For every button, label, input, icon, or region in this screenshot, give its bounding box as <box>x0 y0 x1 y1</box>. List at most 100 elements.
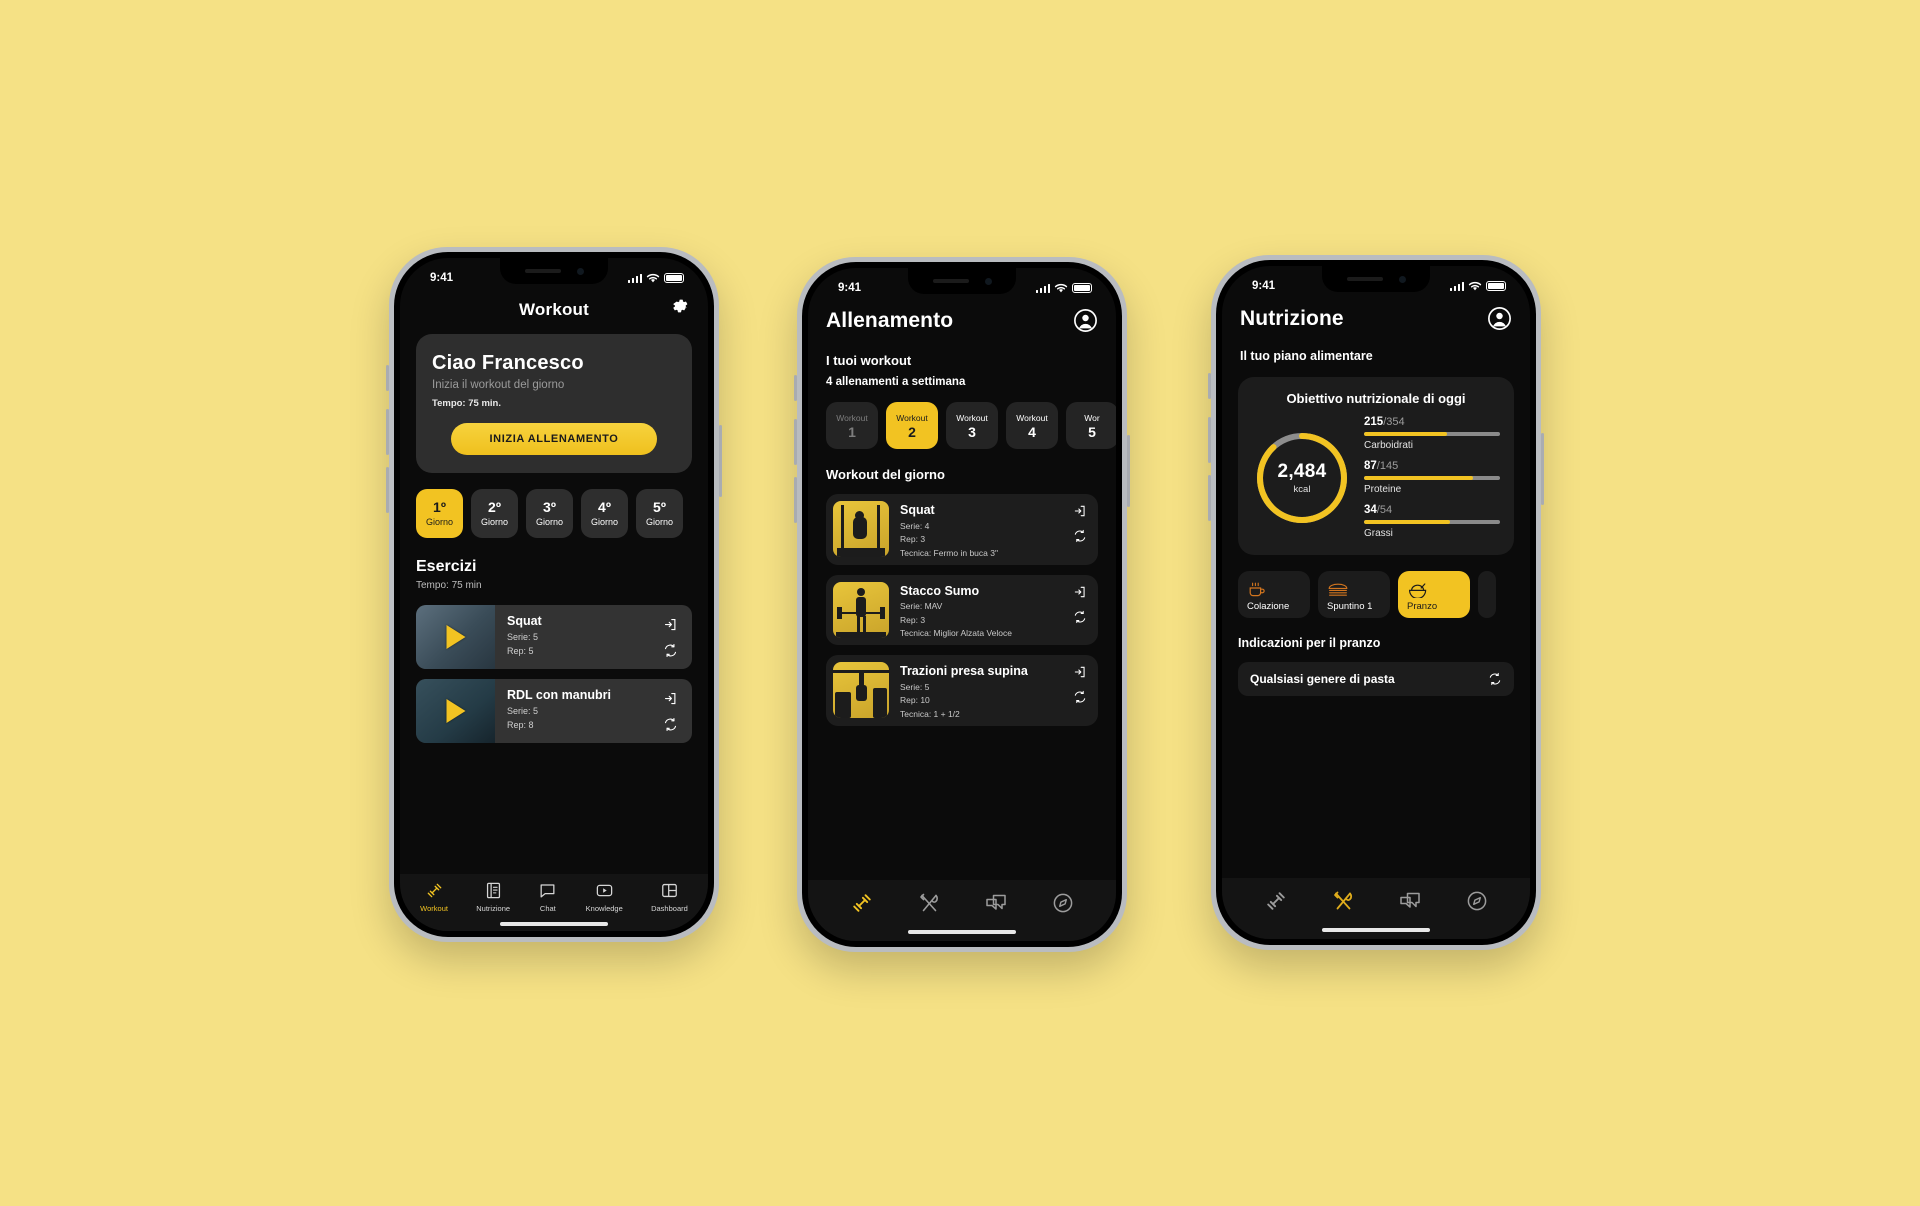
phone-volume-up-button[interactable] <box>386 409 389 455</box>
exercise-thumbnail[interactable] <box>833 501 889 557</box>
exercise-card[interactable]: Squat Serie: 5 Rep: 5 <box>416 605 692 669</box>
refresh-icon[interactable] <box>1073 610 1087 624</box>
bottom-navigation[interactable]: Workout Nutrizione Chat Knowledge Dashbo… <box>400 874 708 917</box>
tab-knowledge[interactable]: Knowledge <box>586 881 623 913</box>
phone-power-button[interactable] <box>1127 435 1130 507</box>
tab-explore[interactable] <box>1465 889 1489 913</box>
workout-chip-2[interactable]: Workout 2 <box>886 402 938 449</box>
start-workout-button[interactable]: INIZIA ALLENAMENTO <box>451 423 657 455</box>
workout-exercise-card[interactable]: Trazioni presa supina Serie: 5 Rep: 10 T… <box>826 655 1098 726</box>
tab-workout[interactable]: Workout <box>420 881 448 913</box>
tab-dashboard[interactable]: Dashboard <box>651 881 688 913</box>
gear-icon[interactable] <box>670 296 690 316</box>
calorie-ring-chart: 2,484 kcal <box>1252 428 1352 528</box>
tab-chat[interactable] <box>1398 889 1422 913</box>
workout-chip-5[interactable]: Wor 5 <box>1066 402 1116 449</box>
fork-knife-icon <box>919 893 938 912</box>
phone-volume-up-button[interactable] <box>1208 417 1211 463</box>
exercise-card[interactable]: RDL con manubri Serie: 5 Rep: 8 <box>416 679 692 743</box>
play-icon[interactable] <box>446 625 465 649</box>
refresh-icon[interactable] <box>1073 529 1087 543</box>
dumbbell-icon <box>1266 892 1285 910</box>
macro-grassi: 34/54 Grassi <box>1364 504 1500 539</box>
macro-current: 87 <box>1364 460 1377 472</box>
meal-tab-colazione[interactable]: Colazione <box>1238 571 1310 618</box>
open-exercise-icon[interactable] <box>1073 504 1087 518</box>
tab-workout[interactable] <box>850 891 874 915</box>
workout-of-day-title: Workout del giorno <box>826 467 945 482</box>
exercise-thumbnail[interactable] <box>833 581 889 638</box>
exercise-thumbnail[interactable] <box>833 662 889 718</box>
refresh-icon[interactable] <box>1488 672 1502 686</box>
compass-icon <box>1053 893 1072 913</box>
day-chip-2[interactable]: 2º Giorno <box>471 489 518 538</box>
exercise-thumbnail[interactable] <box>416 605 495 669</box>
tab-explore[interactable] <box>1051 891 1075 915</box>
macro-label: Grassi <box>1364 528 1393 539</box>
chat-bubble-icon <box>1399 892 1420 908</box>
day-chip-5[interactable]: 5º Giorno <box>636 489 683 538</box>
workout-exercise-card[interactable]: Squat Serie: 4 Rep: 3 Tecnica: Fermo in … <box>826 494 1098 565</box>
tab-nutrizione[interactable] <box>917 891 941 915</box>
exercise-name: Trazioni presa supina <box>900 664 1028 678</box>
status-bar: 9:41 <box>808 268 1116 302</box>
tab-chat[interactable] <box>984 891 1008 915</box>
phone2-screen-content: Allenamento I tuoi workout 4 allenamenti… <box>808 302 1116 880</box>
open-exercise-icon[interactable] <box>1073 585 1087 599</box>
open-exercise-icon[interactable] <box>663 691 678 706</box>
workout-chip-3[interactable]: Workout 3 <box>946 402 998 449</box>
tab-chat[interactable]: Chat <box>538 881 557 913</box>
workout-chip-1[interactable]: Workout 1 <box>826 402 878 449</box>
day-selector[interactable]: 1º Giorno 2º Giorno 3º Giorno 4º Giorno … <box>400 473 708 538</box>
day-chip-4[interactable]: 4º Giorno <box>581 489 628 538</box>
refresh-icon[interactable] <box>663 717 678 732</box>
bottom-navigation[interactable] <box>808 880 1116 923</box>
meal-selector[interactable]: Colazione Spuntino 1 Pranzo <box>1222 555 1530 618</box>
workout-chip-4[interactable]: Workout 4 <box>1006 402 1058 449</box>
workout-chip-number: 2 <box>908 423 916 440</box>
bottom-navigation[interactable] <box>1222 878 1530 921</box>
day-number: 1º <box>433 499 446 515</box>
meal-tab-partial[interactable] <box>1478 571 1496 618</box>
phone-mute-switch[interactable] <box>1208 373 1211 399</box>
macro-current: 215 <box>1364 416 1384 428</box>
macro-total: /354 <box>1383 416 1405 428</box>
speaker-grille <box>524 269 561 273</box>
workout-exercise-card[interactable]: Stacco Sumo Serie: MAV Rep: 3 Tecnica: M… <box>826 574 1098 645</box>
meal-label: Colazione <box>1247 601 1290 612</box>
day-number: 3º <box>543 499 556 515</box>
home-indicator <box>400 917 708 931</box>
meal-tab-spuntino-1[interactable]: Spuntino 1 <box>1318 571 1390 618</box>
tab-nutrizione[interactable] <box>1331 889 1355 913</box>
macro-proteine: 87/145 Proteine <box>1364 460 1500 495</box>
refresh-icon[interactable] <box>663 643 678 658</box>
phone-mute-switch[interactable] <box>794 375 797 401</box>
phone-volume-down-button[interactable] <box>1208 475 1211 521</box>
day-chip-1[interactable]: 1º Giorno <box>416 489 463 538</box>
phone-volume-down-button[interactable] <box>794 477 797 523</box>
calorie-value: 2,484 <box>1277 460 1327 482</box>
open-exercise-icon[interactable] <box>1073 665 1087 679</box>
user-avatar-icon[interactable] <box>1073 308 1098 333</box>
food-suggestion-row[interactable]: Qualsiasi genere di pasta <box>1238 662 1514 696</box>
day-chip-3[interactable]: 3º Giorno <box>526 489 573 538</box>
exercise-thumbnail[interactable] <box>416 679 495 743</box>
phone-mute-switch[interactable] <box>386 365 389 391</box>
phone-power-button[interactable] <box>719 425 722 497</box>
phone-volume-up-button[interactable] <box>794 419 797 465</box>
workout-selector[interactable]: Workout 1 Workout 2 Workout 3 Workout 4 … <box>808 388 1116 449</box>
user-avatar-icon[interactable] <box>1487 306 1512 331</box>
greeting-title: Ciao Francesco <box>432 352 584 374</box>
refresh-icon[interactable] <box>1073 690 1087 704</box>
open-exercise-icon[interactable] <box>663 617 678 632</box>
tab-workout[interactable] <box>1264 889 1288 913</box>
home-indicator <box>808 923 1116 941</box>
chat-bubble-icon <box>540 884 555 898</box>
meal-tab-pranzo[interactable]: Pranzo <box>1398 571 1470 618</box>
phone-power-button[interactable] <box>1541 433 1544 505</box>
plan-subtitle: Il tuo piano alimentare <box>1240 349 1373 363</box>
play-icon[interactable] <box>446 699 465 723</box>
macro-list: 215/354 Carboidrati 87/145 Proteine 34/5… <box>1364 416 1500 539</box>
tab-nutrizione[interactable]: Nutrizione <box>476 881 510 913</box>
phone-volume-down-button[interactable] <box>386 467 389 513</box>
